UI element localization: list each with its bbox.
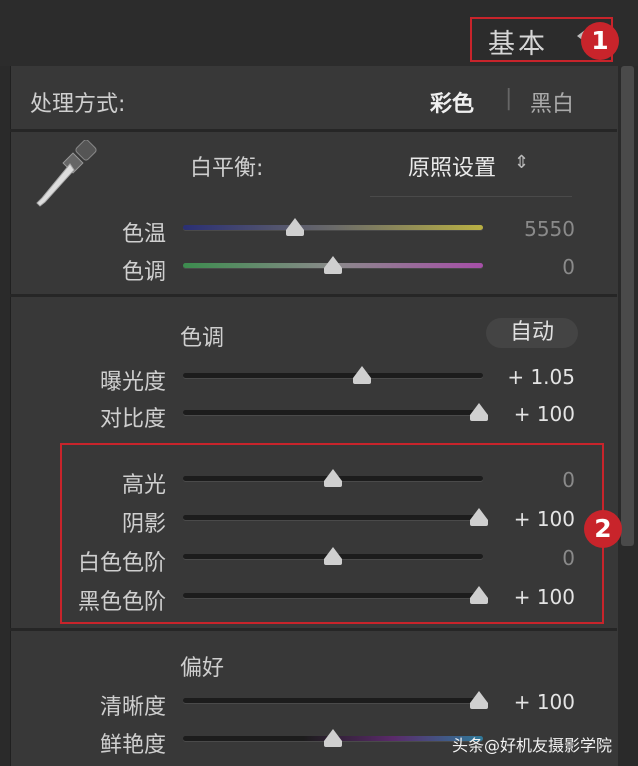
presence-label: 偏好 <box>180 656 225 681</box>
blacks-value[interactable]: + 100 <box>485 585 575 609</box>
contrast-value[interactable]: + 100 <box>485 402 575 426</box>
tint-slider-thumb-base[interactable] <box>324 268 342 274</box>
wb-underline <box>370 196 572 197</box>
temp-slider-track[interactable] <box>183 225 483 230</box>
shadows-slider-thumb-base[interactable] <box>470 520 488 526</box>
exposure-slider-thumb[interactable] <box>353 366 372 378</box>
scrollbar-thumb[interactable] <box>621 66 634 546</box>
whites-label: 白色色阶 <box>77 551 166 576</box>
clarity-label: 清晰度 <box>99 695 166 720</box>
contrast-slider-track[interactable] <box>183 410 483 415</box>
clarity-slider-thumb[interactable] <box>470 691 488 703</box>
shadows-slider-track[interactable] <box>183 515 483 520</box>
watermark-text: 头条@好机友摄影学院 <box>452 736 613 755</box>
shadows-label: 阴影 <box>121 512 166 537</box>
whites-value[interactable]: 0 <box>485 546 575 570</box>
shadows-value[interactable]: + 100 <box>485 507 575 531</box>
treatment-bw-option[interactable]: 黑白 <box>530 86 574 118</box>
blacks-slider-thumb[interactable] <box>470 586 488 598</box>
blacks-slider-track[interactable] <box>183 593 483 598</box>
whites-slider-thumb-base[interactable] <box>324 559 342 565</box>
exposure-slider-thumb-base[interactable] <box>353 378 372 384</box>
shadows-slider-thumb[interactable] <box>470 508 488 520</box>
contrast-slider-thumb-base[interactable] <box>470 415 488 421</box>
section-divider <box>10 628 617 631</box>
blacks-slider-thumb-base[interactable] <box>470 598 488 604</box>
highlights-value[interactable]: 0 <box>485 468 575 492</box>
eyedropper-icon[interactable] <box>30 140 100 210</box>
tint-label: 色调 <box>121 260 166 285</box>
exposure-label: 曝光度 <box>99 370 166 395</box>
highlights-slider-thumb[interactable] <box>324 469 342 481</box>
contrast-slider-thumb[interactable] <box>470 403 488 415</box>
treatment-color-option[interactable]: 彩色 <box>430 86 474 118</box>
temp-slider-thumb-base[interactable] <box>286 230 305 236</box>
vibrance-slider-thumb[interactable] <box>324 729 342 741</box>
treatment-label: 处理方式: <box>30 92 126 117</box>
vibrance-label: 鲜艳度 <box>99 733 166 758</box>
temp-value[interactable]: 5550 <box>485 217 575 241</box>
auto-tone-button[interactable]: 自动 <box>486 318 578 348</box>
tint-value[interactable]: 0 <box>485 255 575 279</box>
exposure-value[interactable]: + 1.05 <box>485 365 575 389</box>
clarity-slider-track[interactable] <box>183 698 483 703</box>
contrast-label: 对比度 <box>99 407 166 432</box>
vibrance-slider-thumb-base[interactable] <box>324 741 342 747</box>
tone-label: 色调 <box>180 326 225 351</box>
blacks-label: 黑色色阶 <box>77 590 166 615</box>
treatment-separator: | <box>505 86 513 111</box>
clarity-slider-thumb-base[interactable] <box>470 703 488 709</box>
section-divider <box>10 129 617 132</box>
temp-slider-thumb[interactable] <box>286 218 305 230</box>
highlights-slider-thumb-base[interactable] <box>324 481 342 487</box>
clarity-value[interactable]: + 100 <box>485 690 575 714</box>
highlights-label: 高光 <box>121 473 166 498</box>
callout-2: 2 <box>584 510 622 548</box>
section-divider <box>10 294 617 297</box>
temp-label: 色温 <box>121 222 166 247</box>
white-balance-label: 白平衡: <box>190 156 264 181</box>
callout-1: 1 <box>581 22 619 60</box>
whites-slider-thumb[interactable] <box>324 547 342 559</box>
white-balance-value[interactable]: 原照设置 <box>408 150 496 182</box>
tint-slider-thumb[interactable] <box>324 256 342 268</box>
white-balance-dropdown-icon[interactable]: ⇕ <box>514 152 529 173</box>
exposure-slider-track[interactable] <box>183 373 483 378</box>
